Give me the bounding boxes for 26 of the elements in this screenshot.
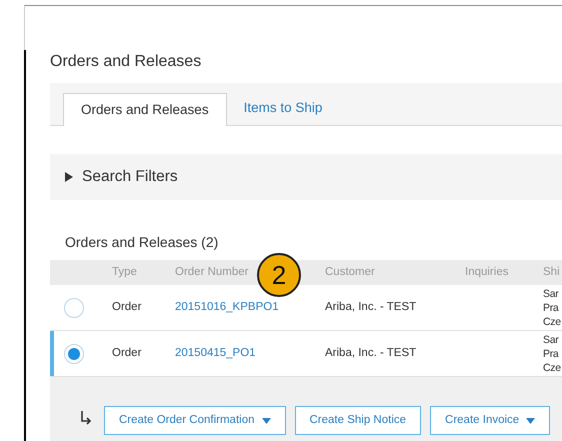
column-header: Inquiries xyxy=(465,264,508,280)
page-title: Orders and Releases xyxy=(50,52,202,72)
caret-right-icon xyxy=(64,172,74,182)
action-button[interactable]: Create Order Confirmation xyxy=(104,406,286,435)
table-cell-text: Ariba, Inc. - TEST xyxy=(325,300,416,315)
tab[interactable]: Items to Ship xyxy=(230,92,336,125)
return-arrow-icon xyxy=(80,411,92,425)
table-cell-text: Order xyxy=(112,300,142,315)
column-header: Shi xyxy=(543,264,560,280)
order-link[interactable]: 20150415_PO1 xyxy=(175,344,256,362)
table-title: Orders and Releases (2) xyxy=(65,233,218,252)
action-button[interactable]: Create Invoice xyxy=(430,406,550,435)
tab[interactable]: Orders and Releases xyxy=(63,93,227,126)
table-cell-text: Order xyxy=(112,346,142,361)
order-link[interactable]: 20151016_KPBPO1 xyxy=(175,298,279,316)
search-filters-label: Search Filters xyxy=(82,167,178,188)
column-header: Order Number xyxy=(175,264,248,280)
radio-button[interactable] xyxy=(64,344,84,364)
column-header: Type xyxy=(112,264,137,280)
table-cell-text: Ariba, Inc. - TEST xyxy=(325,346,416,361)
action-button[interactable]: Create Ship Notice xyxy=(294,406,422,435)
table-cell: Sar Pra Cze xyxy=(543,332,561,374)
radio-button[interactable] xyxy=(64,298,84,318)
column-header: Customer xyxy=(325,264,375,280)
search-filters-bar[interactable]: Search Filters xyxy=(50,154,562,200)
table-cell: Sar Pra Cze xyxy=(543,286,561,328)
